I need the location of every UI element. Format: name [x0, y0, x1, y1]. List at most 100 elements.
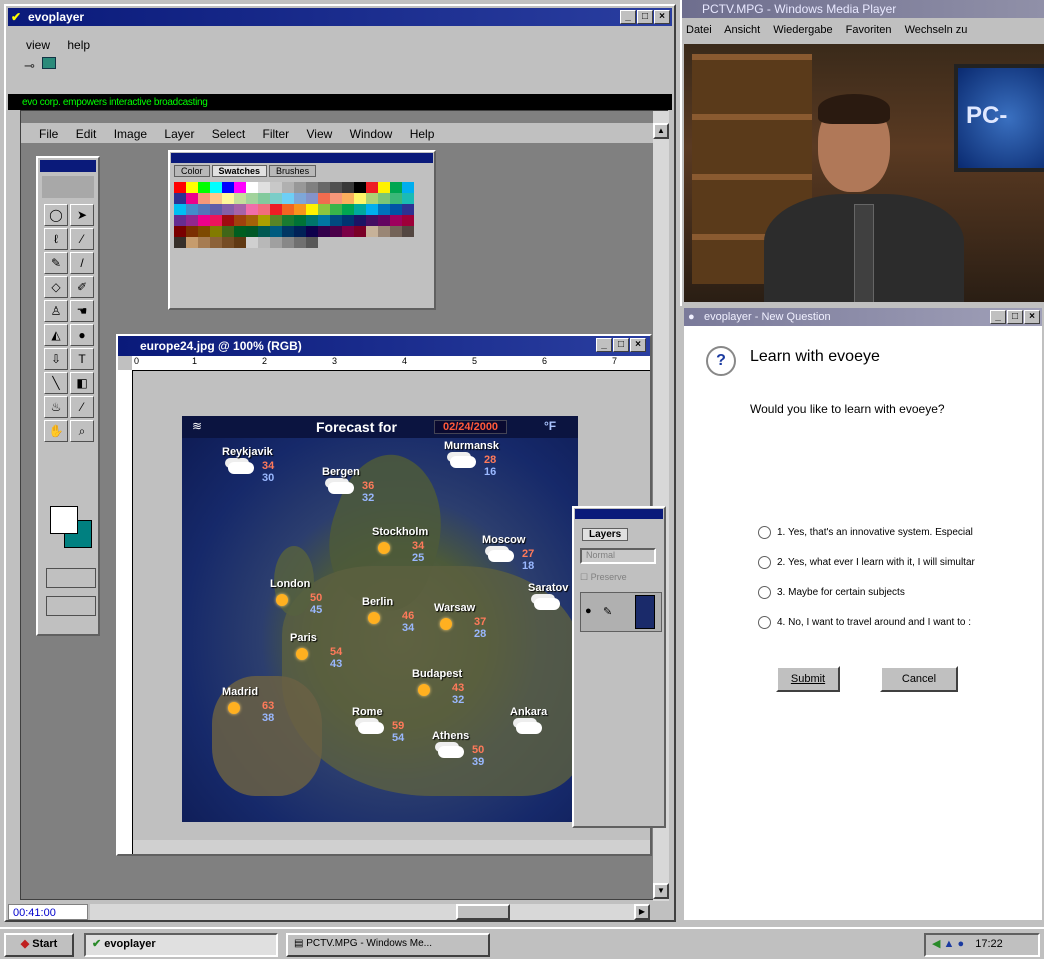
dialog-maximize-button[interactable]: □ — [1007, 310, 1023, 324]
color-swatch[interactable] — [270, 226, 282, 237]
menu-ansicht[interactable]: Ansicht — [724, 24, 760, 36]
color-swatch[interactable] — [198, 182, 210, 193]
color-swatch[interactable] — [330, 204, 342, 215]
minimize-button[interactable]: _ — [620, 10, 636, 24]
color-swatch[interactable] — [402, 204, 414, 215]
pencil-tool-icon[interactable]: ✐ — [70, 276, 94, 298]
blend-mode-select[interactable]: Normal — [580, 548, 656, 564]
pen-tool-icon[interactable]: ⇩ — [44, 348, 68, 370]
color-swatch[interactable] — [174, 193, 186, 204]
color-swatch[interactable] — [234, 204, 246, 215]
menu-wechseln[interactable]: Wechseln zu — [905, 24, 968, 36]
color-swatch[interactable] — [210, 215, 222, 226]
menu-filter[interactable]: Filter — [263, 127, 290, 141]
color-swatch[interactable] — [282, 237, 294, 248]
color-swatch[interactable] — [198, 237, 210, 248]
media-player-titlebar[interactable]: PCTV.MPG - Windows Media Player — [682, 0, 1044, 18]
move-tool-icon[interactable]: ➤ — [70, 204, 94, 226]
color-swatch[interactable] — [270, 215, 282, 226]
color-swatch[interactable] — [174, 226, 186, 237]
option-2-radio[interactable] — [758, 556, 771, 569]
volume-icon[interactable]: ◀ — [932, 938, 940, 950]
color-swatch[interactable] — [390, 182, 402, 193]
color-swatch[interactable] — [306, 226, 318, 237]
option-3[interactable]: 3. Maybe for certain subjects — [758, 586, 975, 616]
color-swatch[interactable] — [354, 215, 366, 226]
color-swatch[interactable] — [378, 182, 390, 193]
color-swatch[interactable] — [258, 204, 270, 215]
marquee-tool-icon[interactable]: ◯ — [44, 204, 68, 226]
scroll-right-button[interactable]: ▶ — [634, 904, 650, 920]
bucket-tool-icon[interactable]: ♨ — [44, 396, 68, 418]
color-swatch[interactable] — [258, 226, 270, 237]
color-swatch[interactable] — [186, 215, 198, 226]
option-1[interactable]: 1. Yes, that's an innovative system. Esp… — [758, 526, 975, 556]
color-swatch[interactable] — [306, 193, 318, 204]
menu-datei[interactable]: Datei — [686, 24, 712, 36]
burn-tool-icon[interactable]: ● — [70, 324, 94, 346]
tab-layers[interactable]: Layers — [582, 528, 629, 541]
color-swatch[interactable] — [342, 204, 354, 215]
color-swatch[interactable] — [270, 182, 282, 193]
color-swatch[interactable] — [294, 237, 306, 248]
swatch-grid[interactable] — [174, 182, 414, 248]
color-swatch[interactable] — [330, 182, 342, 193]
menu-file[interactable]: File — [39, 127, 58, 141]
dialog-close-button[interactable]: × — [1024, 310, 1040, 324]
color-swatch[interactable] — [210, 204, 222, 215]
color-swatch[interactable] — [186, 226, 198, 237]
image-horizontal-scrollbar[interactable] — [133, 840, 650, 854]
color-swatch[interactable] — [198, 215, 210, 226]
color-swatch[interactable] — [318, 193, 330, 204]
color-swatch[interactable] — [294, 204, 306, 215]
evo-tray-icon[interactable]: ● — [957, 938, 964, 950]
color-swatch[interactable] — [234, 226, 246, 237]
color-swatch[interactable] — [186, 193, 198, 204]
color-swatch[interactable] — [294, 193, 306, 204]
option-1-radio[interactable] — [758, 526, 771, 539]
color-swatch[interactable] — [354, 204, 366, 215]
close-button[interactable]: × — [654, 10, 670, 24]
menu-help[interactable]: Help — [410, 127, 435, 141]
color-swatch[interactable] — [342, 215, 354, 226]
color-swatch[interactable] — [210, 193, 222, 204]
eyedropper-tool-icon[interactable]: ⁄ — [70, 396, 94, 418]
color-swatch[interactable] — [330, 226, 342, 237]
menu-view[interactable]: view — [26, 38, 50, 52]
type-tool-icon[interactable]: T — [70, 348, 94, 370]
airbrush-tool-icon[interactable]: ✎ — [44, 252, 68, 274]
mask-mode-buttons[interactable] — [46, 568, 96, 588]
color-swatch[interactable] — [198, 193, 210, 204]
option-3-radio[interactable] — [758, 586, 771, 599]
screen-mode-buttons[interactable] — [46, 596, 96, 616]
color-swatch[interactable] — [186, 182, 198, 193]
color-swatch[interactable] — [186, 204, 198, 215]
image-close-button[interactable]: × — [630, 338, 646, 352]
color-swatch[interactable] — [174, 215, 186, 226]
smudge-tool-icon[interactable]: ☚ — [70, 300, 94, 322]
color-swatch[interactable] — [366, 182, 378, 193]
color-swatch[interactable] — [354, 193, 366, 204]
color-swatch[interactable] — [234, 237, 246, 248]
color-swatch[interactable] — [222, 215, 234, 226]
color-swatch[interactable] — [246, 204, 258, 215]
color-swatch[interactable] — [318, 182, 330, 193]
color-swatch[interactable] — [354, 226, 366, 237]
color-swatch[interactable] — [306, 215, 318, 226]
foreground-color-swatch[interactable] — [50, 506, 78, 534]
color-swatch[interactable] — [318, 215, 330, 226]
color-swatch[interactable] — [246, 193, 258, 204]
color-swatch[interactable] — [258, 182, 270, 193]
color-swatch[interactable] — [366, 215, 378, 226]
stamp-tool-icon[interactable]: ♙ — [44, 300, 68, 322]
video-frame[interactable]: PC- — [684, 44, 1044, 302]
toolbox-titlebar[interactable] — [40, 160, 96, 172]
option-2[interactable]: 2. Yes, what ever I learn with it, I wil… — [758, 556, 975, 586]
color-swatch[interactable] — [378, 193, 390, 204]
monitor-icon[interactable] — [42, 57, 56, 69]
tab-swatches[interactable]: Swatches — [211, 165, 268, 177]
network-icon[interactable]: ▲ — [944, 938, 955, 950]
color-swatch[interactable] — [174, 237, 186, 248]
task-evoplayer[interactable]: ✔ evoplayer — [84, 933, 278, 957]
color-swatch[interactable] — [390, 204, 402, 215]
